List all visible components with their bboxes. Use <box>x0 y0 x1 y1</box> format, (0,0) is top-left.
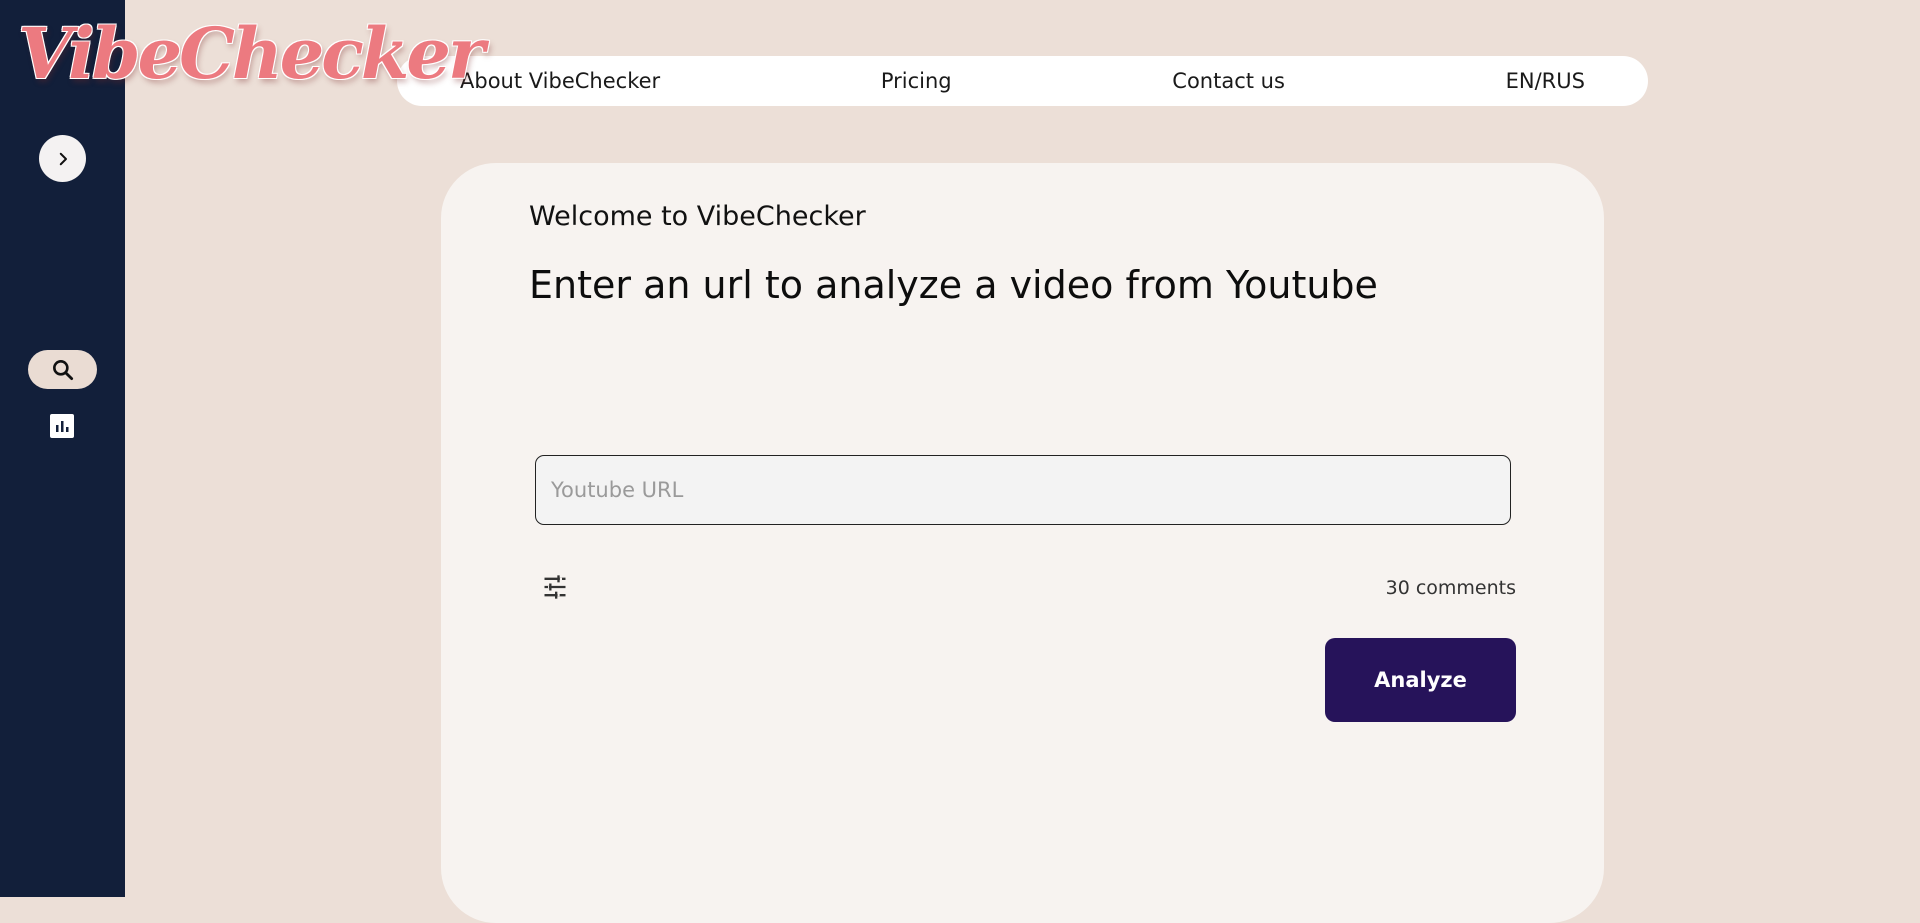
filter-settings-button[interactable] <box>539 571 571 603</box>
app-logo[interactable]: VibeChecker <box>18 12 485 95</box>
page-title: Enter an url to analyze a video from You… <box>529 263 1378 307</box>
sidebar <box>0 0 125 897</box>
welcome-text: Welcome to VibeChecker <box>529 201 866 232</box>
nav-link-contact[interactable]: Contact us <box>1172 69 1285 93</box>
sliders-icon <box>544 575 566 599</box>
top-navigation: About VibeChecker Pricing Contact us EN/… <box>397 56 1648 106</box>
youtube-url-input[interactable] <box>535 455 1511 525</box>
sidebar-item-search[interactable] <box>28 350 97 389</box>
chevron-right-icon <box>59 152 67 165</box>
comments-count[interactable]: 30 comments <box>1386 577 1516 599</box>
sidebar-item-analytics[interactable] <box>50 414 74 438</box>
language-switch[interactable]: EN/RUS <box>1506 69 1585 93</box>
bar-chart-icon <box>50 414 74 438</box>
search-icon <box>52 359 73 380</box>
analyze-button[interactable]: Analyze <box>1325 638 1516 722</box>
nav-link-pricing[interactable]: Pricing <box>881 69 952 93</box>
expand-sidebar-button[interactable] <box>39 135 86 182</box>
analyze-card: Welcome to VibeChecker Enter an url to a… <box>441 163 1604 923</box>
nav-link-about[interactable]: About VibeChecker <box>460 69 660 93</box>
